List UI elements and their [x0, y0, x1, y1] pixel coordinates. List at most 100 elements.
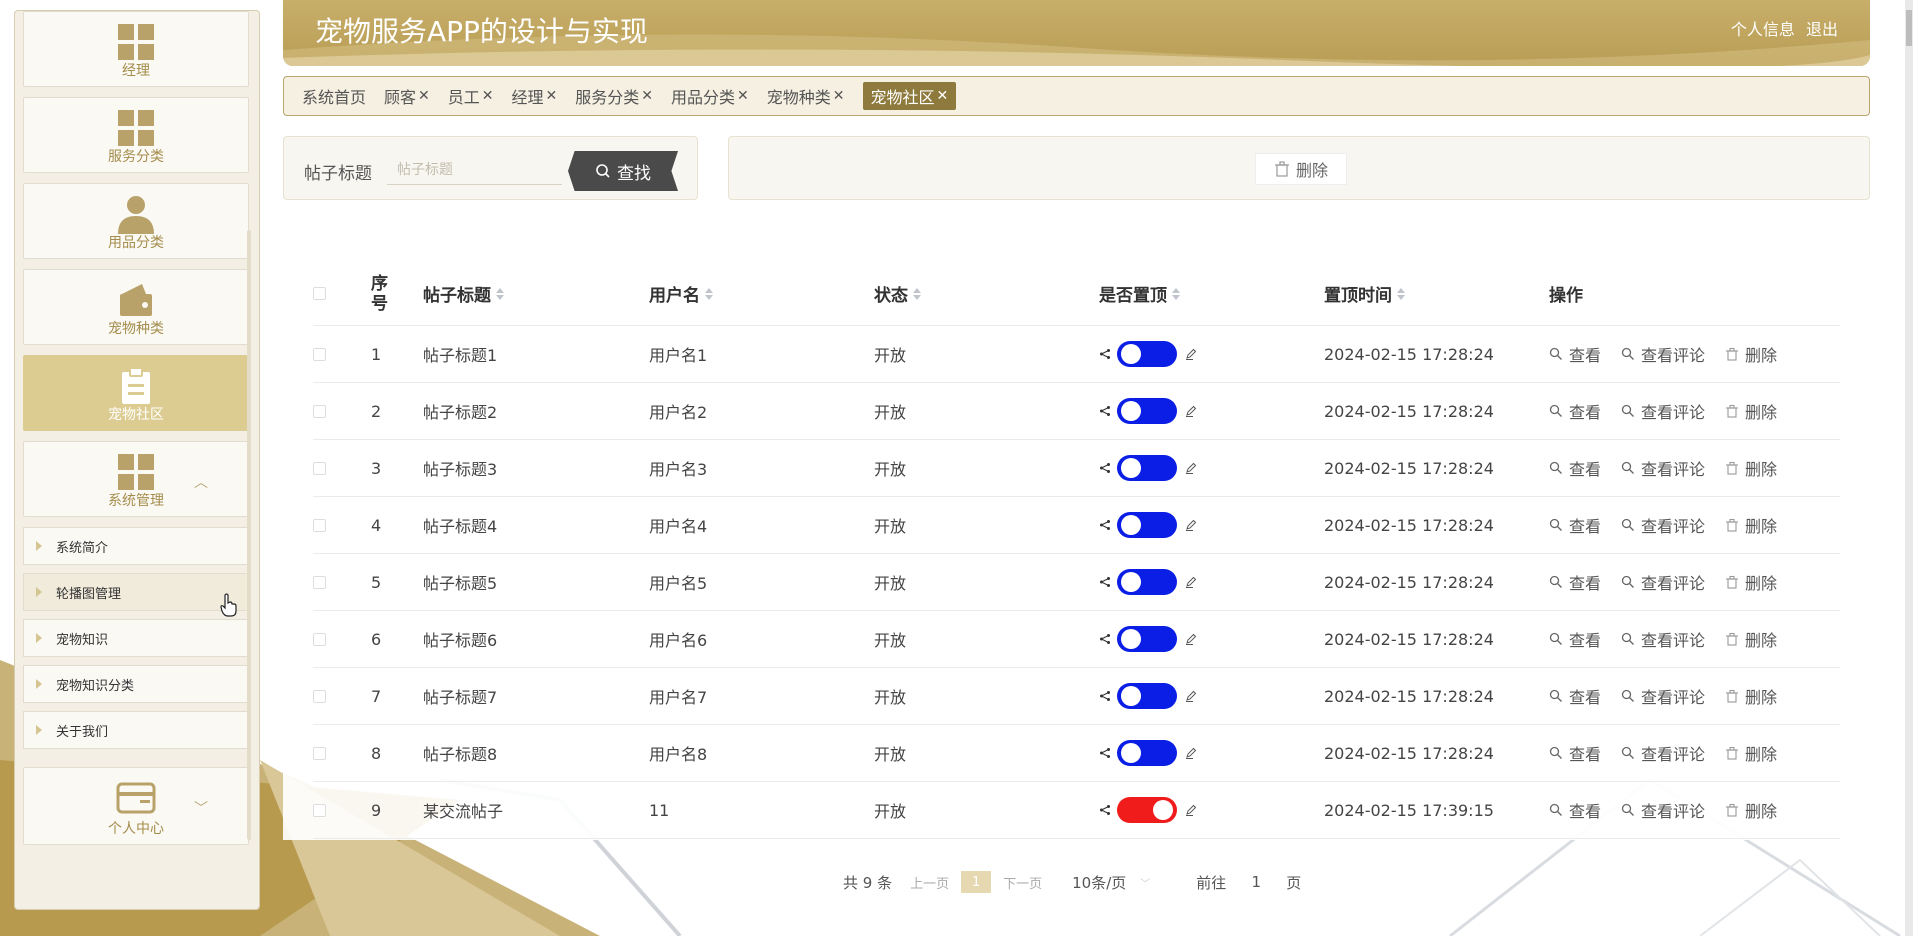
- tab-pet-species[interactable]: 宠物种类 ✕: [767, 84, 845, 108]
- close-icon[interactable]: ✕: [737, 88, 749, 104]
- row-select[interactable]: [313, 554, 326, 610]
- view-button[interactable]: 查看: [1549, 342, 1601, 366]
- page-size-select[interactable]: 10条/页 ﹀: [1072, 872, 1150, 893]
- sidebar-scrollbar[interactable]: [247, 230, 251, 840]
- close-icon[interactable]: ✕: [937, 88, 949, 104]
- delete-button[interactable]: 删除: [1725, 684, 1777, 708]
- row-select[interactable]: [313, 440, 326, 496]
- row-checkbox[interactable]: [313, 803, 326, 817]
- tab-employee[interactable]: 员工 ✕: [448, 84, 494, 108]
- tab-pet-community[interactable]: 宠物社区 ✕: [862, 82, 957, 110]
- header-username[interactable]: 用户名: [649, 262, 713, 325]
- view-comments-button[interactable]: 查看评论: [1621, 684, 1705, 708]
- top-toggle[interactable]: [1117, 512, 1177, 538]
- sort-icon[interactable]: [705, 287, 713, 300]
- view-comments-button[interactable]: 查看评论: [1621, 627, 1705, 651]
- delete-button[interactable]: 删除: [1725, 627, 1777, 651]
- row-select[interactable]: [313, 611, 326, 667]
- row-checkbox[interactable]: [313, 575, 326, 589]
- search-button[interactable]: 查找: [568, 151, 678, 191]
- row-checkbox[interactable]: [313, 689, 326, 703]
- row-checkbox[interactable]: [313, 632, 326, 646]
- pagination-prev[interactable]: 上一页: [910, 873, 949, 892]
- delete-button[interactable]: 删除: [1725, 741, 1777, 765]
- tab-supplies-category[interactable]: 用品分类 ✕: [671, 84, 749, 108]
- row-select[interactable]: [313, 497, 326, 553]
- sidebar-subitem-pet-knowledge[interactable]: 宠物知识: [23, 619, 249, 657]
- view-button[interactable]: 查看: [1549, 456, 1601, 480]
- view-button[interactable]: 查看: [1549, 798, 1601, 822]
- sidebar-item-service-category[interactable]: 服务分类: [23, 97, 249, 173]
- top-toggle[interactable]: [1117, 626, 1177, 652]
- header-select-all[interactable]: [313, 262, 326, 325]
- delete-button[interactable]: 删除: [1725, 399, 1777, 423]
- sidebar-item-supplies-category[interactable]: 用品分类: [23, 183, 249, 259]
- sort-icon[interactable]: [1172, 287, 1180, 300]
- delete-button[interactable]: 删除: [1725, 570, 1777, 594]
- view-comments-button[interactable]: 查看评论: [1621, 798, 1705, 822]
- top-toggle[interactable]: [1117, 740, 1177, 766]
- search-input[interactable]: [387, 155, 562, 185]
- sort-icon[interactable]: [913, 287, 921, 300]
- view-button[interactable]: 查看: [1549, 627, 1601, 651]
- view-comments-button[interactable]: 查看评论: [1621, 570, 1705, 594]
- row-checkbox[interactable]: [313, 518, 326, 532]
- user-info-link[interactable]: 个人信息: [1731, 20, 1795, 39]
- header-title[interactable]: 帖子标题: [423, 262, 504, 325]
- goto-page-input[interactable]: 1: [1234, 870, 1278, 894]
- sidebar-item-manager[interactable]: 经理: [23, 11, 249, 87]
- top-toggle[interactable]: [1117, 398, 1177, 424]
- view-comments-button[interactable]: 查看评论: [1621, 741, 1705, 765]
- select-all-checkbox[interactable]: [313, 287, 326, 300]
- sidebar-subitem-carousel[interactable]: 轮播图管理: [23, 573, 249, 611]
- row-select[interactable]: [313, 782, 326, 838]
- view-comments-button[interactable]: 查看评论: [1621, 399, 1705, 423]
- close-icon[interactable]: ✕: [418, 88, 430, 104]
- sort-icon[interactable]: [496, 287, 504, 300]
- view-comments-button[interactable]: 查看评论: [1621, 342, 1705, 366]
- tab-manager[interactable]: 经理 ✕: [512, 84, 558, 108]
- row-select[interactable]: [313, 326, 326, 382]
- close-icon[interactable]: ✕: [641, 88, 653, 104]
- sidebar-item-system-management[interactable]: ︿ 系统管理: [23, 441, 249, 517]
- view-button[interactable]: 查看: [1549, 513, 1601, 537]
- close-icon[interactable]: ✕: [833, 88, 845, 104]
- sidebar-subitem-about-us[interactable]: 关于我们: [23, 711, 249, 749]
- close-icon[interactable]: ✕: [546, 88, 558, 104]
- sort-icon[interactable]: [1397, 287, 1405, 300]
- header-status[interactable]: 状态: [874, 262, 921, 325]
- tab-service-category[interactable]: 服务分类 ✕: [575, 84, 653, 108]
- view-button[interactable]: 查看: [1549, 741, 1601, 765]
- top-toggle[interactable]: [1117, 455, 1177, 481]
- view-comments-button[interactable]: 查看评论: [1621, 513, 1705, 537]
- row-select[interactable]: [313, 668, 326, 724]
- view-button[interactable]: 查看: [1549, 684, 1601, 708]
- row-checkbox[interactable]: [313, 746, 326, 760]
- row-select[interactable]: [313, 725, 326, 781]
- sidebar-subitem-system-intro[interactable]: 系统简介: [23, 527, 249, 565]
- top-toggle[interactable]: [1117, 683, 1177, 709]
- row-checkbox[interactable]: [313, 461, 326, 475]
- top-toggle[interactable]: [1117, 569, 1177, 595]
- pagination-current-page[interactable]: 1: [961, 871, 992, 893]
- pagination-next[interactable]: 下一页: [1003, 873, 1042, 892]
- logout-link[interactable]: 退出: [1806, 20, 1838, 39]
- header-top[interactable]: 是否置顶: [1099, 262, 1180, 325]
- top-toggle[interactable]: [1117, 797, 1177, 823]
- delete-button[interactable]: 删除: [1725, 798, 1777, 822]
- delete-button[interactable]: 删除: [1725, 456, 1777, 480]
- top-toggle[interactable]: [1117, 341, 1177, 367]
- sidebar-item-pet-community[interactable]: 宠物社区: [23, 355, 249, 431]
- tab-customer[interactable]: 顾客 ✕: [384, 84, 430, 108]
- sidebar-item-personal-center[interactable]: ﹀ 个人中心: [23, 767, 249, 845]
- header-top-time[interactable]: 置顶时间: [1324, 262, 1405, 325]
- close-icon[interactable]: ✕: [482, 88, 494, 104]
- row-select[interactable]: [313, 383, 326, 439]
- view-button[interactable]: 查看: [1549, 399, 1601, 423]
- row-checkbox[interactable]: [313, 347, 326, 361]
- delete-button[interactable]: 删除: [1725, 513, 1777, 537]
- sidebar-subitem-pet-knowledge-category[interactable]: 宠物知识分类: [23, 665, 249, 703]
- tab-home[interactable]: 系统首页: [302, 84, 366, 108]
- batch-delete-button[interactable]: 删除: [1255, 153, 1347, 185]
- row-checkbox[interactable]: [313, 404, 326, 418]
